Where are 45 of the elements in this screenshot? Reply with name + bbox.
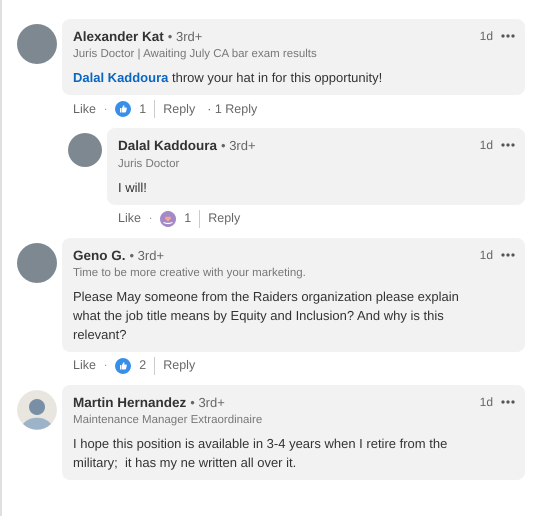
author-name[interactable]: Geno G. <box>73 246 126 266</box>
comment-text: I hope this position is available in 3-4 years when I retire from the military; it has my ne written all over it. <box>73 435 448 472</box>
separator-dot: · <box>148 212 152 226</box>
more-options-icon[interactable] <box>501 34 515 38</box>
more-options-icon[interactable] <box>501 252 515 256</box>
like-link[interactable]: Like <box>73 356 96 376</box>
author-headline: Time to be more creative with your marketing. <box>73 266 307 281</box>
avatar-photo[interactable] <box>68 133 102 168</box>
connection-degree: • 3rd+ <box>130 246 164 264</box>
avatar-photo[interactable] <box>17 242 57 282</box>
connection-degree: • 3rd+ <box>190 394 225 412</box>
separator-dot: · <box>104 102 108 117</box>
comment-text: I will! <box>118 178 148 196</box>
author-headline: Juris Doctor <box>118 156 180 172</box>
heart-hand-icon <box>160 210 176 226</box>
avatar-photo[interactable] <box>17 24 57 64</box>
avatar-silhouette[interactable] <box>17 390 57 430</box>
comment-text: Dalal Kaddoura throw your hat in for this opportunity! <box>73 69 384 88</box>
replies-count-link[interactable]: · 1 Reply <box>207 100 258 119</box>
author-headline: Juris Doctor | Awaiting July CA bar exam results <box>73 47 318 62</box>
comment-time: 1d <box>480 137 493 154</box>
author-name[interactable]: Martin Hernandez <box>73 392 186 413</box>
connection-degree: • 3rd+ <box>168 28 202 46</box>
like-link[interactable]: Like <box>118 209 141 228</box>
separator-dot: · <box>104 359 108 374</box>
reply-link[interactable]: Reply <box>163 356 196 376</box>
more-options-icon[interactable] <box>501 143 515 148</box>
reaction-count[interactable]: 1 <box>139 100 146 119</box>
reaction-count[interactable]: 2 <box>139 356 146 376</box>
reply-link[interactable]: Reply <box>208 209 240 228</box>
mention-link[interactable]: Dalal Kaddoura <box>73 70 168 86</box>
author-name[interactable]: Dalal Kaddoura <box>118 136 218 156</box>
reaction-count[interactable]: 1 <box>184 209 192 228</box>
more-options-icon[interactable] <box>501 400 515 404</box>
author-headline: Maintenance Manager Extraordinaire <box>73 413 264 428</box>
connection-degree: • 3rd+ <box>221 137 256 156</box>
comment-time: 1d <box>480 246 493 264</box>
reply-link[interactable]: Reply <box>163 100 196 119</box>
comment-time: 1d <box>480 394 493 411</box>
comment-text: Please May someone from the Raiders organization please explain what the job title means by Equity and Inclusion? And why is this relevant? <box>73 288 460 344</box>
thumbs-up-icon <box>115 101 132 118</box>
author-name[interactable]: Alexander Kat <box>73 27 164 48</box>
like-link[interactable]: Like <box>73 100 96 119</box>
thumbs-up-icon <box>115 358 132 374</box>
comment-time: 1d <box>480 28 493 45</box>
